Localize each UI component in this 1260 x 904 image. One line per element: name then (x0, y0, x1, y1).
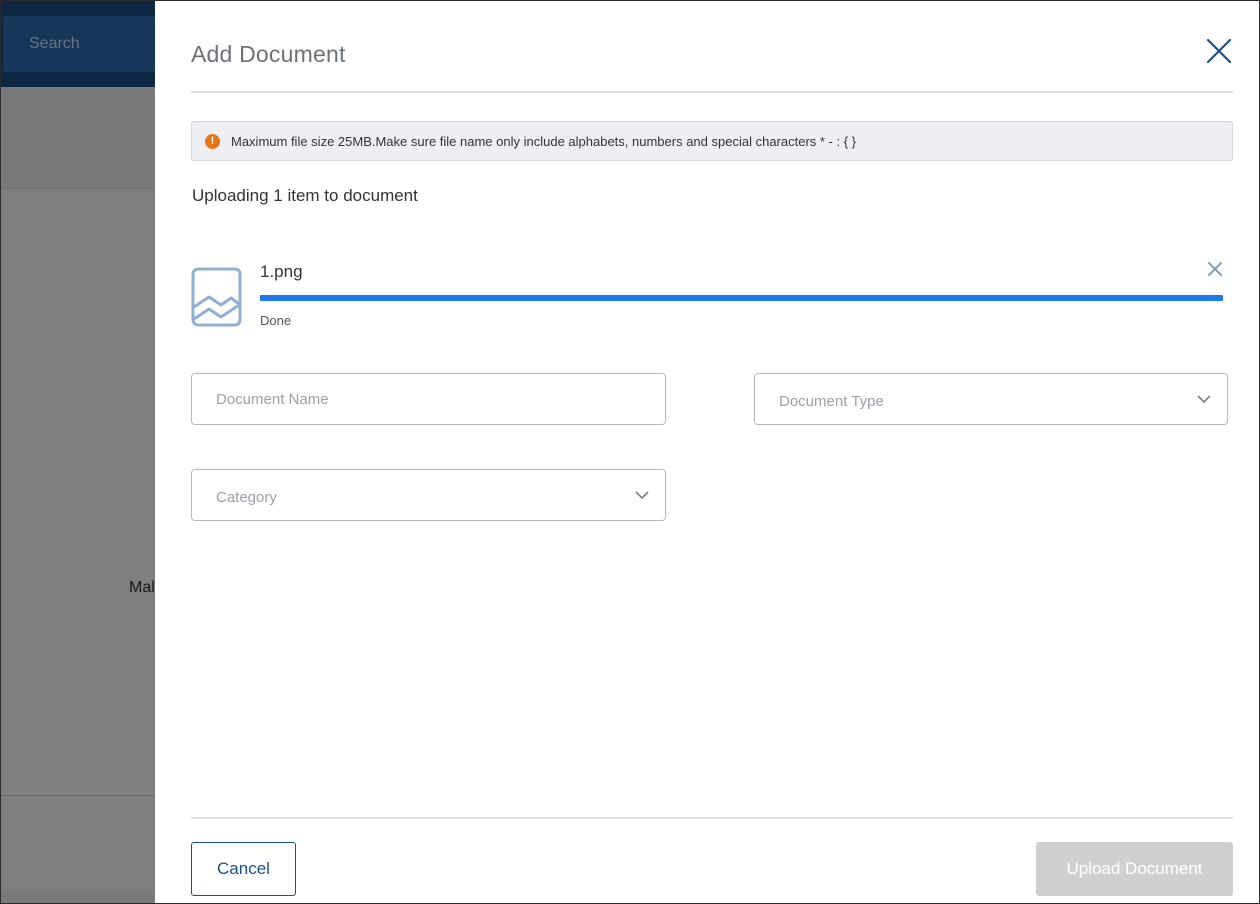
category-placeholder: Category (216, 488, 277, 506)
upload-progress-fill (260, 295, 1223, 301)
document-type-select[interactable]: Document Type (754, 373, 1228, 425)
alert-icon: ! (205, 133, 220, 149)
add-document-drawer: Add Document ! Maximum file size 25MB.Ma… (155, 1, 1259, 903)
upload-status: Done (260, 313, 292, 328)
app-window: Search Mal Add Document ! Maximum file s… (0, 0, 1260, 904)
upload-document-button[interactable]: Upload Document (1036, 842, 1233, 896)
document-name-input[interactable] (192, 374, 665, 424)
close-icon (1208, 262, 1222, 276)
close-icon (1206, 38, 1232, 64)
cancel-button[interactable]: Cancel (191, 842, 296, 896)
footer-divider (191, 817, 1233, 819)
uploaded-file-item: 1.png Done (191, 259, 1233, 339)
chevron-down-icon (1197, 394, 1211, 403)
image-file-icon (191, 267, 242, 327)
title-divider (191, 91, 1233, 93)
close-drawer-button[interactable] (1203, 35, 1235, 67)
document-type-placeholder: Document Type (779, 392, 884, 410)
file-name: 1.png (260, 262, 303, 281)
notice-text: Maximum file size 25MB.Make sure file na… (231, 133, 857, 149)
file-size-notice: ! Maximum file size 25MB.Make sure file … (191, 121, 1233, 161)
document-name-field[interactable] (191, 373, 666, 425)
upload-heading: Uploading 1 item to document (192, 186, 418, 205)
chevron-down-icon (635, 490, 649, 499)
remove-file-button[interactable] (1205, 259, 1225, 279)
upload-progress-bar (260, 295, 1223, 301)
category-select[interactable]: Category (191, 469, 666, 521)
drawer-title: Add Document (191, 41, 346, 67)
